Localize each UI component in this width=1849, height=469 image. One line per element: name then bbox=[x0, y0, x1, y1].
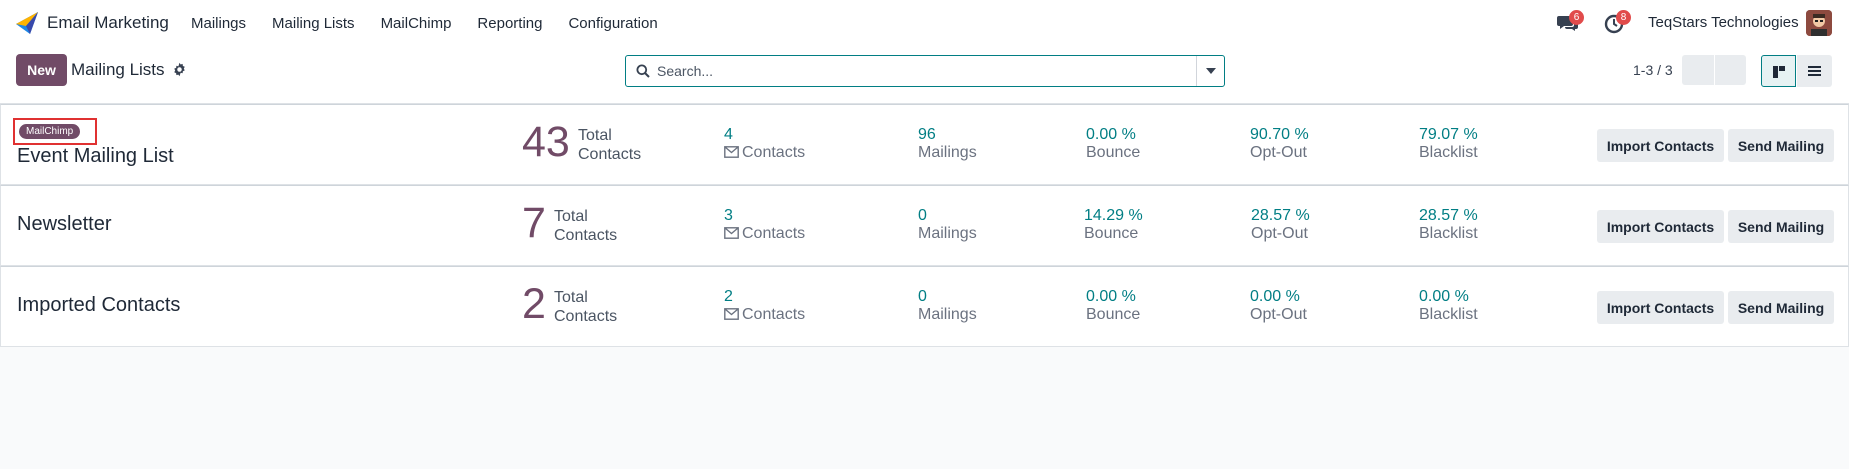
envelope-icon bbox=[724, 308, 739, 320]
user-avatar[interactable] bbox=[1806, 10, 1832, 36]
menu-item-configuration[interactable]: Configuration bbox=[568, 15, 657, 32]
top-navbar: Email Marketing Mailings Mailing Lists M… bbox=[0, 0, 1849, 46]
bounce-stat[interactable]: 14.29 % Bounce bbox=[1084, 207, 1143, 243]
total-contacts-count: 43 bbox=[522, 118, 570, 166]
optout-stat[interactable]: 0.00 % Opt-Out bbox=[1250, 288, 1307, 324]
send-mailing-button[interactable]: Send Mailing bbox=[1728, 129, 1834, 162]
list-name[interactable]: Newsletter bbox=[17, 213, 111, 236]
kanban-view-button[interactable] bbox=[1761, 55, 1796, 87]
mailings-stat[interactable]: 0 Mailings bbox=[918, 288, 977, 324]
contacts-stat[interactable]: 3 Contacts bbox=[724, 207, 805, 243]
pager-value[interactable]: 1-3 / 3 bbox=[1633, 62, 1673, 78]
breadcrumb: Mailing Lists bbox=[71, 60, 165, 79]
bounce-stat[interactable]: 0.00 % Bounce bbox=[1086, 288, 1140, 324]
control-panel: New Mailing Lists 1-3 / 3 bbox=[0, 46, 1849, 104]
pager-previous-button[interactable] bbox=[1682, 55, 1714, 85]
total-contacts-label: Total Contacts bbox=[554, 208, 618, 244]
mailing-lists-kanban: MailChimp Event Mailing List 43 Total Co… bbox=[0, 104, 1849, 347]
main-menu: Mailings Mailing Lists MailChimp Reporti… bbox=[191, 15, 684, 32]
mailings-stat[interactable]: 96 Mailings bbox=[918, 126, 977, 162]
app-name[interactable]: Email Marketing bbox=[47, 13, 169, 33]
pager-buttons bbox=[1682, 55, 1746, 85]
optout-stat[interactable]: 28.57 % Opt-Out bbox=[1251, 207, 1310, 243]
total-contacts-label: Total Contacts bbox=[578, 127, 642, 163]
new-button[interactable]: New bbox=[16, 54, 67, 86]
kanban-record[interactable]: Imported Contacts 2 Total Contacts 2 Con… bbox=[0, 266, 1849, 347]
total-contacts-count: 2 bbox=[522, 280, 546, 328]
menu-item-mailings[interactable]: Mailings bbox=[191, 15, 246, 32]
mailings-stat[interactable]: 0 Mailings bbox=[918, 207, 977, 243]
mailchimp-tag: MailChimp bbox=[19, 124, 81, 139]
total-contacts-count: 7 bbox=[522, 199, 546, 247]
app-logo-icon[interactable] bbox=[14, 10, 40, 36]
highlight-box: MailChimp bbox=[13, 118, 97, 145]
pager-next-button[interactable] bbox=[1714, 55, 1746, 85]
import-contacts-button[interactable]: Import Contacts bbox=[1597, 129, 1724, 162]
kanban-record[interactable]: MailChimp Event Mailing List 43 Total Co… bbox=[0, 104, 1849, 185]
optout-stat[interactable]: 90.70 % Opt-Out bbox=[1250, 126, 1309, 162]
menu-item-mailchimp[interactable]: MailChimp bbox=[381, 15, 452, 32]
search-bar bbox=[625, 55, 1225, 87]
contacts-stat[interactable]: 2 Contacts bbox=[724, 288, 805, 324]
search-input[interactable] bbox=[657, 61, 1177, 81]
search-icon bbox=[636, 64, 650, 78]
gear-icon[interactable] bbox=[172, 62, 187, 77]
list-view-button[interactable] bbox=[1797, 55, 1832, 87]
bounce-stat[interactable]: 0.00 % Bounce bbox=[1086, 126, 1140, 162]
activities-badge: 8 bbox=[1616, 10, 1631, 25]
kanban-record[interactable]: Newsletter 7 Total Contacts 3 Contacts 0… bbox=[0, 185, 1849, 266]
send-mailing-button[interactable]: Send Mailing bbox=[1728, 210, 1834, 243]
send-mailing-button[interactable]: Send Mailing bbox=[1728, 291, 1834, 324]
contacts-stat[interactable]: 4 Contacts bbox=[724, 126, 805, 162]
blacklist-stat[interactable]: 28.57 % Blacklist bbox=[1419, 207, 1478, 243]
list-view-icon bbox=[1808, 66, 1821, 76]
envelope-icon bbox=[724, 227, 739, 239]
total-contacts-label: Total Contacts bbox=[554, 289, 618, 325]
caret-down-icon bbox=[1206, 68, 1216, 74]
list-name[interactable]: Imported Contacts bbox=[17, 294, 180, 317]
search-options-toggle[interactable] bbox=[1196, 56, 1224, 86]
blacklist-stat[interactable]: 79.07 % Blacklist bbox=[1419, 126, 1478, 162]
kanban-view-icon bbox=[1773, 66, 1785, 78]
messages-badge: 6 bbox=[1569, 10, 1584, 25]
import-contacts-button[interactable]: Import Contacts bbox=[1597, 210, 1724, 243]
menu-item-mailing-lists[interactable]: Mailing Lists bbox=[272, 15, 355, 32]
menu-item-reporting[interactable]: Reporting bbox=[477, 15, 542, 32]
envelope-icon bbox=[724, 146, 739, 158]
import-contacts-button[interactable]: Import Contacts bbox=[1597, 291, 1724, 324]
company-switcher[interactable]: TeqStars Technologies bbox=[1648, 14, 1799, 31]
blacklist-stat[interactable]: 0.00 % Blacklist bbox=[1419, 288, 1478, 324]
list-name[interactable]: Event Mailing List bbox=[17, 145, 174, 168]
